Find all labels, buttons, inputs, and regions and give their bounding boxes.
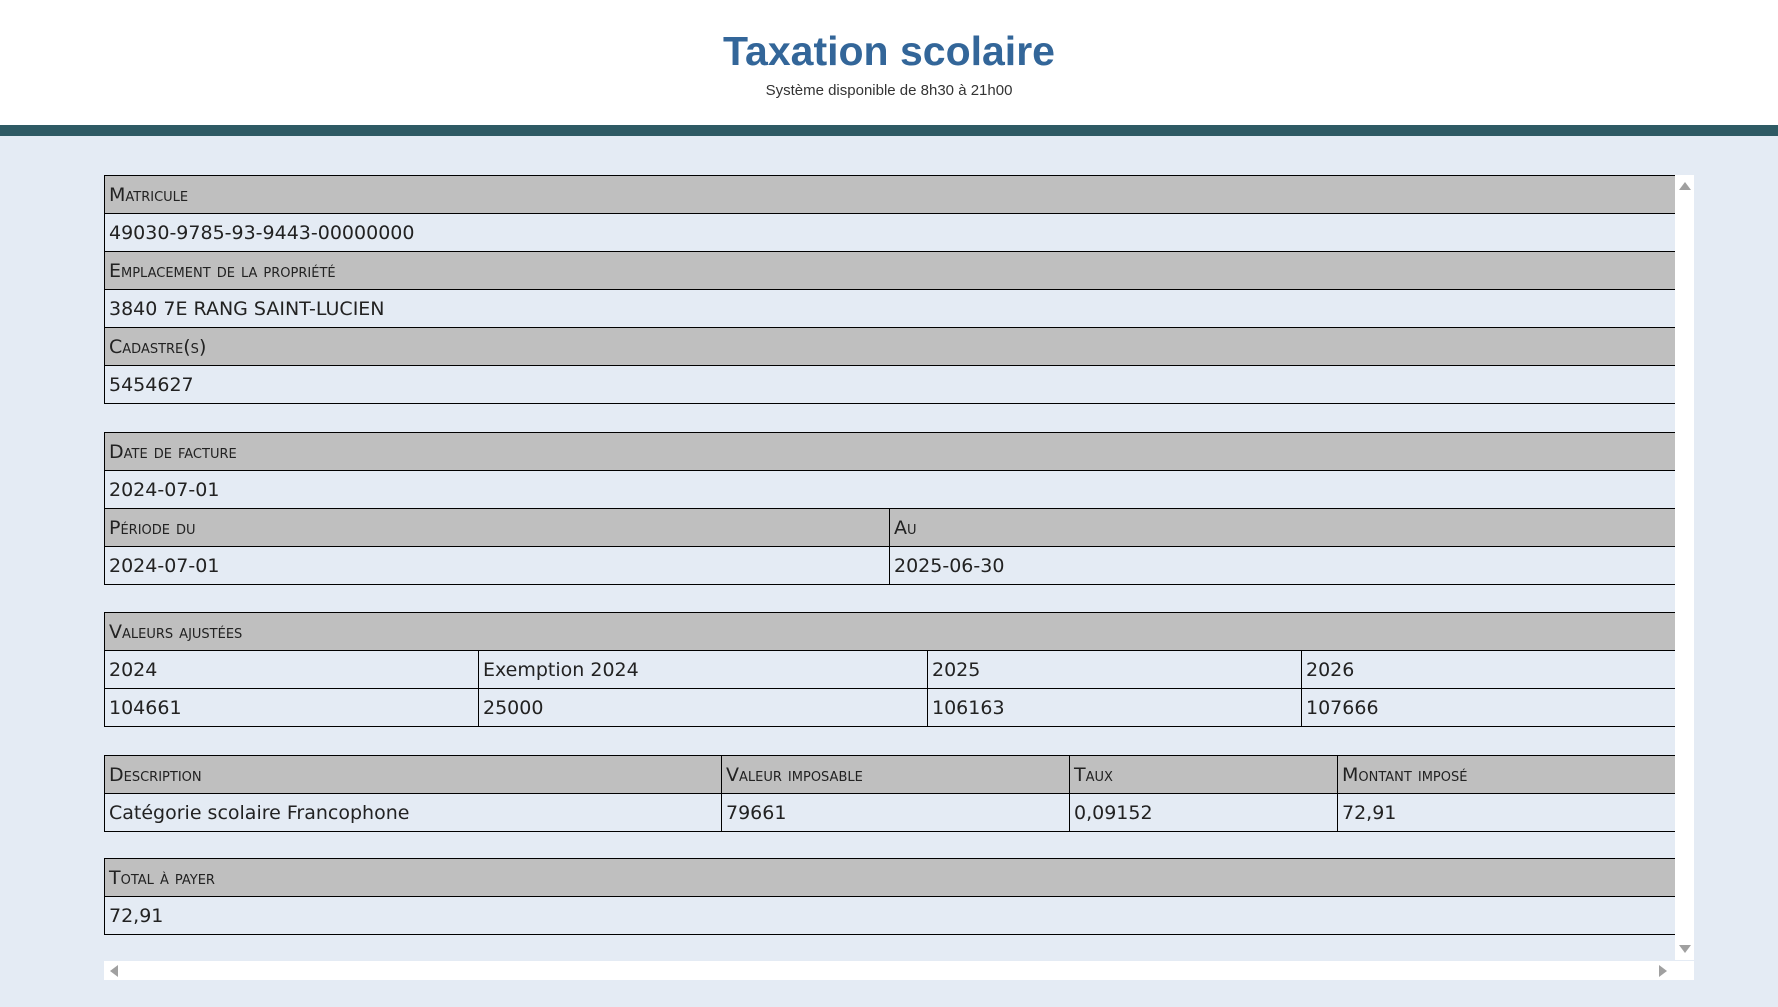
table-row: Cadastre(s) [104,327,1676,366]
table-row: 2024-07-01 [104,470,1677,509]
invoice-date-value: 2024-07-01 [104,470,1677,509]
table-row: 49030-9785-93-9443-00000000 [104,213,1676,252]
table-row: Période du Au [104,508,1677,547]
rate-header: Taux [1069,755,1338,794]
taxable-value-cell: 79661 [721,793,1070,832]
description-cell: Catégorie scolaire Francophone [104,793,722,832]
adjusted-values-label: Valeurs ajustées [104,612,1676,651]
period-to-value: 2025-06-30 [888,546,1677,585]
total-label: Total à payer [104,858,1676,897]
location-value: 3840 7E RANG SAINT-LUCIEN [104,289,1676,328]
matricule-value: 49030-9785-93-9443-00000000 [104,213,1676,252]
amount-cell: 72,91 [1337,793,1676,832]
table-row: 2024 Exemption 2024 2025 2026 [104,650,1676,689]
page-header: Taxation scolaire Système disponible de … [0,0,1778,125]
cadastre-label: Cadastre(s) [104,327,1676,366]
period-from-value: 2024-07-01 [104,546,890,585]
horizontal-scrollbar[interactable] [104,961,1694,980]
property-table: Matricule 49030-9785-93-9443-00000000 Em… [104,175,1676,404]
table-row: Matricule [104,175,1676,214]
adjusted-year-2024-header: 2024 [104,650,479,689]
table-row: 2024-07-01 2025-06-30 [104,546,1677,585]
cadastre-value: 5454627 [104,365,1676,404]
adjusted-exemption-2024-header: Exemption 2024 [478,650,928,689]
period-from-label: Période du [104,508,890,547]
table-row: 5454627 [104,365,1676,404]
invoice-date-label: Date de facture [104,432,1677,471]
adjusted-exemption-2024-value: 25000 [478,688,928,727]
location-label: Emplacement de la propriété [104,251,1676,290]
scroll-up-arrow-icon[interactable] [1679,182,1691,190]
description-header: Description [104,755,722,794]
table-row: Date de facture [104,432,1677,471]
scroll-right-arrow-icon[interactable] [1659,965,1667,977]
table-row: Catégorie scolaire Francophone 79661 0,0… [104,793,1676,832]
scroll-left-arrow-icon[interactable] [110,965,118,977]
period-to-label: Au [888,508,1677,547]
adjusted-year-2026-value: 107666 [1301,688,1676,727]
availability-notice: Système disponible de 8h30 à 21h00 [765,82,1013,99]
invoice-table: Date de facture 2024-07-01 Période du Au… [104,432,1677,585]
adjusted-year-2024-value: 104661 [104,688,479,727]
taxable-value-header: Valeur imposable [721,755,1070,794]
page-title: Taxation scolaire [723,28,1055,74]
table-row: Emplacement de la propriété [104,251,1676,290]
amount-header: Montant imposé [1337,755,1676,794]
tax-detail-table: Description Valeur imposable Taux Montan… [104,755,1676,832]
adjusted-year-2025-header: 2025 [927,650,1302,689]
table-row: 104661 25000 106163 107666 [104,688,1676,727]
header-divider-bar [0,125,1778,136]
results-frame: Matricule 49030-9785-93-9443-00000000 Em… [104,175,1694,980]
table-row: Valeurs ajustées [104,612,1676,651]
results-content: Matricule 49030-9785-93-9443-00000000 Em… [104,175,1677,960]
matricule-label: Matricule [104,175,1676,214]
vertical-scrollbar[interactable] [1675,175,1694,960]
adjusted-values-table: Valeurs ajustées 2024 Exemption 2024 202… [104,612,1676,727]
adjusted-year-2025-value: 106163 [927,688,1302,727]
adjusted-year-2026-header: 2026 [1301,650,1676,689]
total-value: 72,91 [104,896,1676,935]
total-table: Total à payer 72,91 [104,858,1676,935]
table-row: 72,91 [104,896,1676,935]
table-row: Description Valeur imposable Taux Montan… [104,755,1676,794]
rate-cell: 0,09152 [1069,793,1338,832]
table-row: Total à payer [104,858,1676,897]
table-row: 3840 7E RANG SAINT-LUCIEN [104,289,1676,328]
scroll-down-arrow-icon[interactable] [1679,945,1691,953]
